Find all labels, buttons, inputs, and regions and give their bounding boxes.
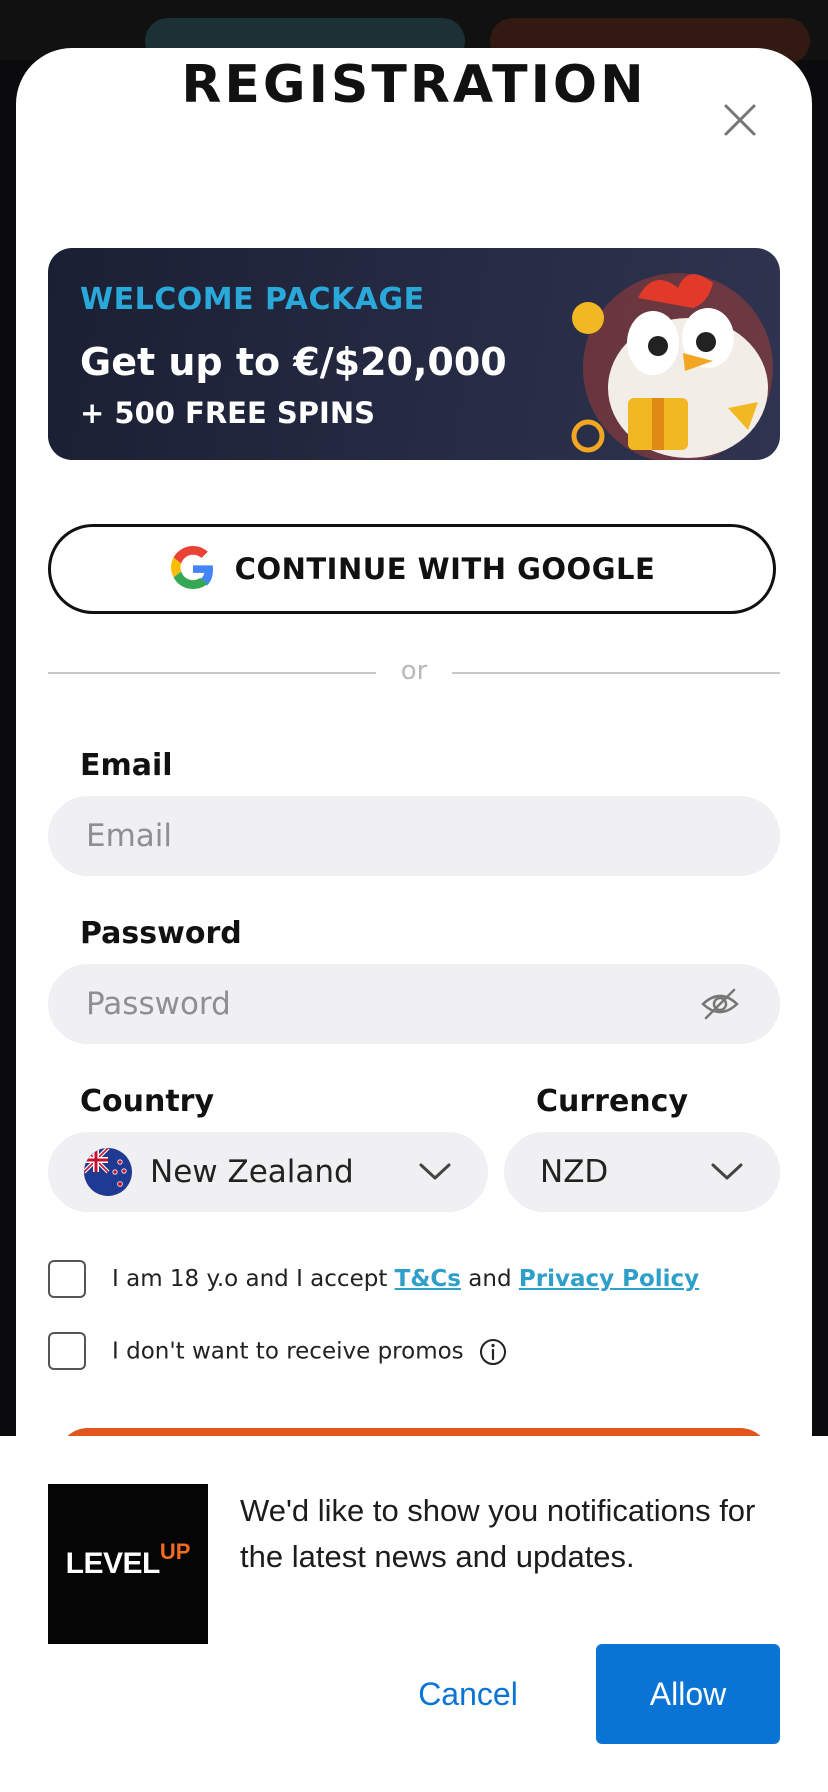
cancel-button[interactable]: Cancel bbox=[400, 1644, 536, 1744]
currency-select[interactable]: NZD bbox=[504, 1132, 780, 1212]
chevron-down-icon bbox=[419, 1163, 451, 1180]
and-text: and bbox=[468, 1266, 512, 1292]
currency-value: NZD bbox=[540, 1154, 609, 1190]
no-promos-checkbox[interactable] bbox=[48, 1332, 86, 1370]
no-promos-row: I don't want to receive promos bbox=[112, 1338, 507, 1366]
welcome-package-banner[interactable]: WELCOME PACKAGE Get up to €/$20,000 + 50… bbox=[48, 248, 780, 460]
levelup-logo: LEVEL UP bbox=[48, 1484, 208, 1644]
notification-message: We'd like to show you notifications for … bbox=[240, 1493, 756, 1574]
promo-kicker: WELCOME PACKAGE bbox=[80, 282, 425, 317]
email-input[interactable] bbox=[84, 817, 780, 855]
logo-up-text: UP bbox=[159, 1539, 191, 1564]
password-label: Password bbox=[80, 916, 242, 951]
eye-slash-icon[interactable] bbox=[700, 986, 740, 1022]
privacy-policy-link[interactable]: Privacy Policy bbox=[519, 1266, 699, 1292]
continue-with-google-button[interactable]: CONTINUE WITH GOOGLE bbox=[48, 524, 776, 614]
currency-label: Currency bbox=[536, 1084, 689, 1119]
age-terms-prefix: I am 18 y.o and I accept bbox=[112, 1266, 388, 1292]
modal-title: REGISTRATION bbox=[181, 55, 647, 115]
country-label: Country bbox=[80, 1084, 215, 1119]
password-input[interactable] bbox=[84, 985, 780, 1023]
google-icon bbox=[170, 546, 213, 589]
notification-prompt: LEVEL UP We'd like to show you notificati… bbox=[0, 1436, 828, 1792]
logo-level-text: LEVEL bbox=[65, 1547, 161, 1580]
age-terms-text: I am 18 y.o and I accept T&Cs and Privac… bbox=[112, 1266, 699, 1292]
age-terms-checkbox[interactable] bbox=[48, 1260, 86, 1298]
divider-or: or bbox=[400, 656, 428, 686]
divider-line bbox=[48, 672, 376, 674]
close-icon[interactable] bbox=[720, 100, 760, 140]
promo-subline: + 500 FREE SPINS bbox=[80, 396, 375, 430]
allow-button[interactable]: Allow bbox=[596, 1644, 780, 1744]
chevron-down-icon bbox=[711, 1163, 743, 1180]
google-button-label: CONTINUE WITH GOOGLE bbox=[234, 552, 656, 586]
no-promos-text: I don't want to receive promos bbox=[112, 1338, 464, 1365]
tcs-link[interactable]: T&Cs bbox=[395, 1266, 461, 1292]
info-icon[interactable] bbox=[479, 1338, 507, 1366]
promo-headline: Get up to €/$20,000 bbox=[80, 340, 507, 384]
new-zealand-flag-icon bbox=[84, 1148, 132, 1196]
chicken-mascot-illustration bbox=[571, 273, 773, 460]
registration-modal: REGISTRATION WELCOME PACKAGE Get up to €… bbox=[16, 48, 812, 1508]
country-select[interactable]: New Zealand bbox=[48, 1132, 488, 1212]
password-field[interactable] bbox=[48, 964, 780, 1044]
email-field[interactable] bbox=[48, 796, 780, 876]
divider-line bbox=[452, 672, 780, 674]
email-label: Email bbox=[80, 748, 173, 783]
country-value: New Zealand bbox=[150, 1154, 354, 1190]
